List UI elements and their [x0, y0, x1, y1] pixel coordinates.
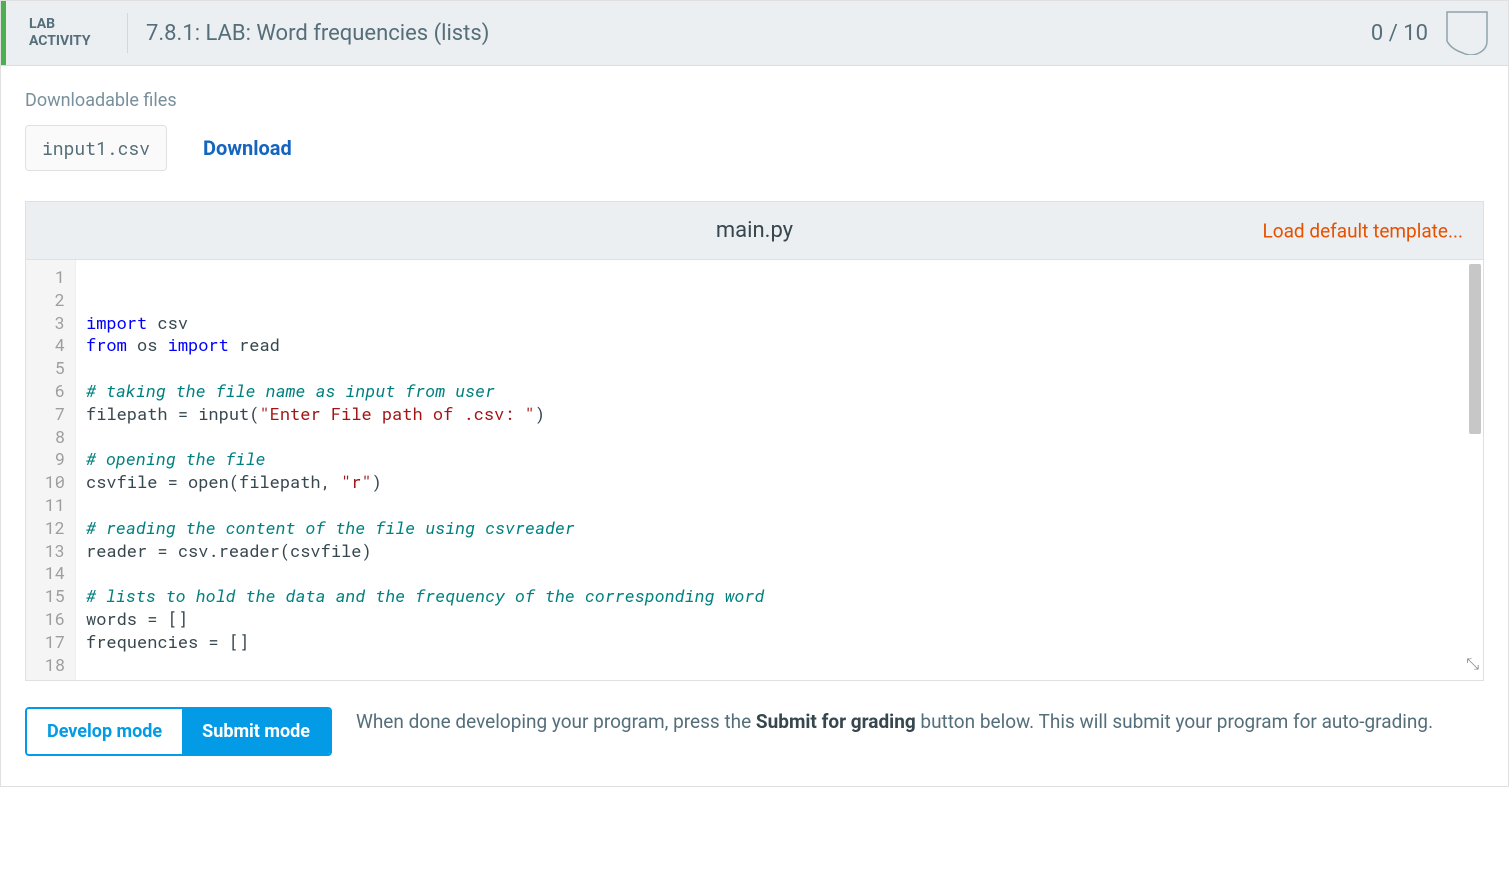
code-line[interactable]: [86, 357, 1473, 380]
editor-body[interactable]: 123456789101112131415161718 import csvfr…: [26, 260, 1483, 680]
code-line[interactable]: reader = csv.reader(csvfile): [86, 540, 1473, 563]
line-number: 10: [42, 471, 65, 494]
line-number: 8: [42, 426, 65, 449]
accent-bar: [1, 1, 6, 65]
code-line[interactable]: words = []: [86, 608, 1473, 631]
code-editor: main.py Load default template... 1234567…: [25, 201, 1484, 681]
code-line[interactable]: [86, 562, 1473, 585]
code-line[interactable]: # opening the file: [86, 448, 1473, 471]
code-line[interactable]: csvfile = open(filepath, "r"): [86, 471, 1473, 494]
mode-toggle: Develop mode Submit mode: [25, 707, 332, 756]
develop-mode-button[interactable]: Develop mode: [27, 709, 182, 754]
code-line[interactable]: [86, 494, 1473, 517]
lab-activity-label: LAB ACTIVITY: [29, 16, 109, 50]
line-number: 6: [42, 380, 65, 403]
line-number: 11: [42, 494, 65, 517]
load-default-template-link[interactable]: Load default template...: [1263, 219, 1463, 242]
help-text-bold: Submit for grading: [756, 710, 916, 733]
help-text-before: When done developing your program, press…: [356, 710, 756, 733]
editor-header: main.py Load default template...: [26, 202, 1483, 260]
submit-mode-button[interactable]: Submit mode: [182, 709, 330, 754]
code-line[interactable]: frequencies = []: [86, 631, 1473, 654]
code-line[interactable]: [86, 426, 1473, 449]
controls-row: Develop mode Submit mode When done devel…: [1, 681, 1508, 786]
code-area[interactable]: import csvfrom os import read # taking t…: [76, 260, 1483, 680]
line-number: 2: [42, 289, 65, 312]
download-link[interactable]: Download: [203, 136, 292, 160]
lab-activity-container: LAB ACTIVITY 7.8.1: LAB: Word frequencie…: [0, 0, 1509, 787]
vertical-scrollbar[interactable]: [1469, 264, 1481, 434]
file-chip: input1.csv: [25, 125, 167, 171]
line-number: 12: [42, 517, 65, 540]
lab-title: 7.8.1: LAB: Word frequencies (lists): [146, 21, 1371, 46]
code-line[interactable]: from os import read: [86, 334, 1473, 357]
line-number: 14: [42, 562, 65, 585]
code-line[interactable]: # reading the content of the file using …: [86, 517, 1473, 540]
code-line[interactable]: # lists to hold the data and the frequen…: [86, 585, 1473, 608]
lab-header: LAB ACTIVITY 7.8.1: LAB: Word frequencie…: [1, 1, 1508, 66]
line-number: 17: [42, 631, 65, 654]
line-number: 9: [42, 448, 65, 471]
code-line[interactable]: import csv: [86, 312, 1473, 335]
resize-handle-icon[interactable]: ⤡: [1466, 653, 1479, 676]
help-text: When done developing your program, press…: [356, 707, 1433, 736]
downloadable-files-label: Downloadable files: [25, 90, 1484, 111]
code-line[interactable]: # extracting the words from the csv file: [86, 676, 1473, 680]
download-row: input1.csv Download: [25, 125, 1484, 171]
line-number: 1: [42, 266, 65, 289]
code-line[interactable]: [86, 654, 1473, 677]
header-divider: [127, 13, 128, 53]
line-number: 7: [42, 403, 65, 426]
line-number: 4: [42, 334, 65, 357]
line-number: 3: [42, 312, 65, 335]
line-number: 13: [42, 540, 65, 563]
code-line[interactable]: # taking the file name as input from use…: [86, 380, 1473, 403]
lab-label-line1: LAB: [29, 16, 109, 33]
line-number: 15: [42, 585, 65, 608]
line-number: 5: [42, 357, 65, 380]
bookmark-pocket-icon[interactable]: [1446, 11, 1488, 55]
score-display: 0 / 10: [1371, 21, 1428, 46]
lab-label-line2: ACTIVITY: [29, 33, 109, 50]
code-line[interactable]: filepath = input("Enter File path of .cs…: [86, 403, 1473, 426]
editor-filename: main.py: [716, 218, 793, 243]
line-number-gutter: 123456789101112131415161718: [26, 260, 76, 680]
help-text-after: button below. This will submit your prog…: [916, 710, 1433, 733]
line-number: 18: [42, 654, 65, 677]
line-number: 16: [42, 608, 65, 631]
lab-body: Downloadable files input1.csv Download m…: [1, 66, 1508, 681]
